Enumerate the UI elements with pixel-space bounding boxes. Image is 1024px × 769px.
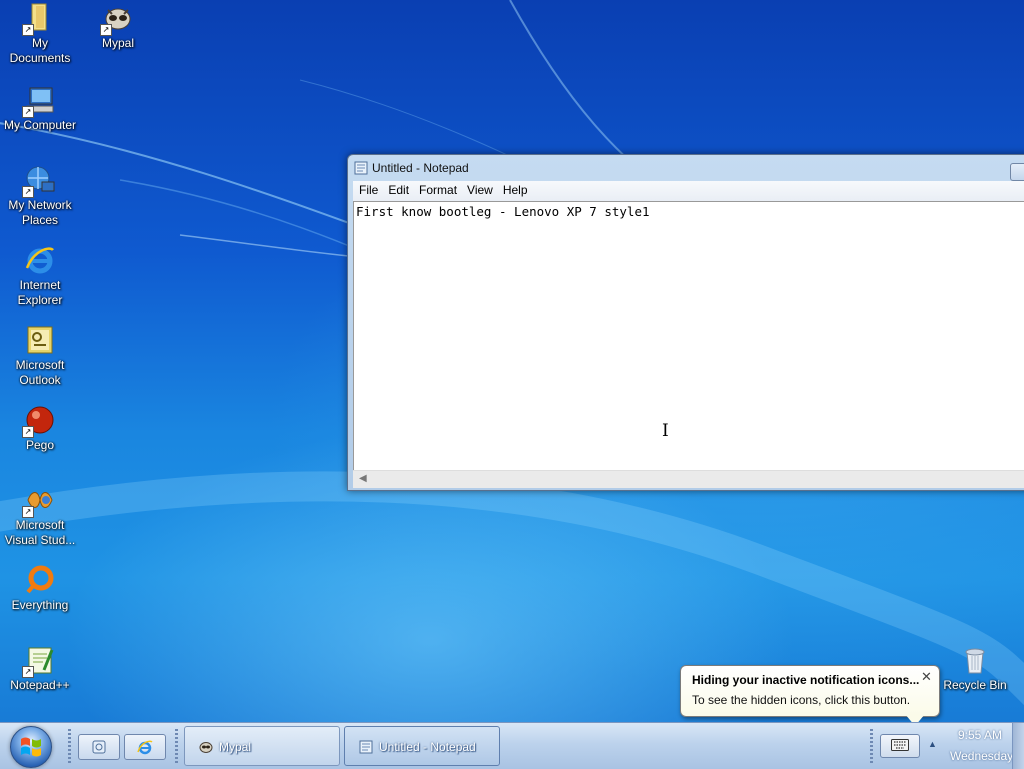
desktop-icon-label: My Network Places: [8, 198, 72, 227]
desktop-icon-label: Everything: [11, 598, 69, 612]
menu-file[interactable]: File: [354, 181, 383, 201]
window-title: Untitled - Notepad: [372, 161, 469, 175]
start-button[interactable]: [10, 726, 52, 768]
keyboard-button[interactable]: [880, 734, 920, 758]
task-notepad[interactable]: Untitled - Notepad: [344, 726, 500, 766]
desktop-icon-label: Notepad++: [10, 678, 70, 692]
task-label: Untitled - Notepad: [379, 740, 476, 754]
desktop-icon-microsoft-outlook[interactable]: Microsoft Outlook: [0, 324, 80, 388]
desktop-icon-label: My Computer: [3, 118, 77, 132]
close-icon[interactable]: ✕: [921, 669, 932, 685]
notification-balloon[interactable]: Hiding your inactive notification icons.…: [680, 665, 940, 717]
desktop-icon-label: Microsoft Visual Stud...: [4, 518, 76, 547]
show-desktop-button[interactable]: [1012, 723, 1024, 769]
notepad-icon: [359, 740, 373, 754]
desktop-icon-my-documents[interactable]: ↗ My Documents: [0, 2, 80, 66]
recycle-bin-icon: [965, 648, 985, 674]
clock-day[interactable]: Wednesday: [950, 749, 1013, 763]
quicklaunch-internet-explorer[interactable]: [124, 734, 166, 760]
menu-help[interactable]: Help: [498, 181, 533, 201]
ie-icon: [137, 740, 153, 755]
desktop-icon-internet-explorer[interactable]: Internet Explorer: [0, 244, 80, 308]
horizontal-scrollbar[interactable]: ◀: [353, 470, 1024, 488]
desktop-icon-visual-studio[interactable]: ↗ Microsoft Visual Stud...: [0, 484, 80, 548]
desktop-icon-my-computer[interactable]: ↗ My Computer: [0, 84, 80, 133]
desktop[interactable]: ↗ My Documents ↗ Mypal ↗ My Computer ↗ M…: [0, 0, 1024, 722]
desktop-icon-label: Internet Explorer: [17, 278, 63, 307]
taskbar: Mypal Untitled - Notepad ▲ 9:55 AM Wedne…: [0, 722, 1024, 769]
menu-edit[interactable]: Edit: [383, 181, 414, 201]
quicklaunch-show-desktop[interactable]: [78, 734, 120, 760]
desktop-icon-pego[interactable]: ↗ Pego: [0, 404, 80, 453]
clock-time[interactable]: 9:55 AM: [958, 728, 1002, 742]
desktop-icon-mypal[interactable]: ↗ Mypal: [78, 2, 158, 51]
menu-view[interactable]: View: [462, 181, 498, 201]
quicklaunch-grip[interactable]: [68, 729, 71, 763]
title-bar[interactable]: Untitled - Notepad: [348, 155, 1024, 181]
taskbar-grip[interactable]: [175, 729, 178, 763]
notepad-window[interactable]: Untitled - Notepad File Edit Format View Hel…: [347, 154, 1024, 491]
task-label: Mypal: [219, 740, 252, 754]
balloon-body: To see the hidden icons, click this butt…: [692, 693, 911, 707]
editor-content: First know bootleg - Lenovo XP 7 style1: [356, 204, 650, 219]
mypal-icon: [199, 742, 213, 753]
balloon-tail: [905, 714, 925, 722]
desktop-icon-label: Recycle Bin: [943, 678, 1007, 692]
text-editor-area[interactable]: First know bootleg - Lenovo XP 7 style1: [353, 201, 1024, 470]
desktop-icon-recycle-bin[interactable]: Recycle Bin: [935, 644, 1015, 693]
everything-icon: [26, 565, 54, 594]
desktop-icon-label: My Documents: [9, 36, 71, 65]
desktop-icon-label: Pego: [25, 438, 55, 452]
notepad-icon: [354, 161, 368, 175]
desktop-icon-everything[interactable]: Everything: [0, 564, 80, 613]
menu-bar: File Edit Format View Help: [353, 181, 1024, 201]
keyboard-icon: [891, 739, 909, 751]
outlook-icon: [27, 326, 53, 354]
minimize-button[interactable]: [1010, 163, 1024, 181]
ibeam-cursor-icon: I: [662, 421, 669, 441]
show-desktop-icon: [92, 740, 106, 754]
desktop-icon-notepadpp[interactable]: ↗ Notepad++: [0, 644, 80, 693]
show-hidden-icons-arrow-icon[interactable]: ▲: [928, 739, 937, 749]
desktop-icon-label: Mypal: [101, 36, 134, 50]
desktop-icon-my-network-places[interactable]: ↗ My Network Places: [0, 164, 80, 228]
menu-format[interactable]: Format: [414, 181, 462, 201]
ie-icon: [25, 247, 54, 274]
desktop-icon-label: Microsoft Outlook: [15, 358, 65, 387]
windows-logo-icon: [21, 737, 41, 757]
task-mypal[interactable]: Mypal: [184, 726, 340, 766]
balloon-title: Hiding your inactive notification icons.…: [692, 673, 920, 687]
scroll-left-icon[interactable]: ◀: [359, 473, 367, 484]
tray-grip[interactable]: [870, 729, 873, 763]
